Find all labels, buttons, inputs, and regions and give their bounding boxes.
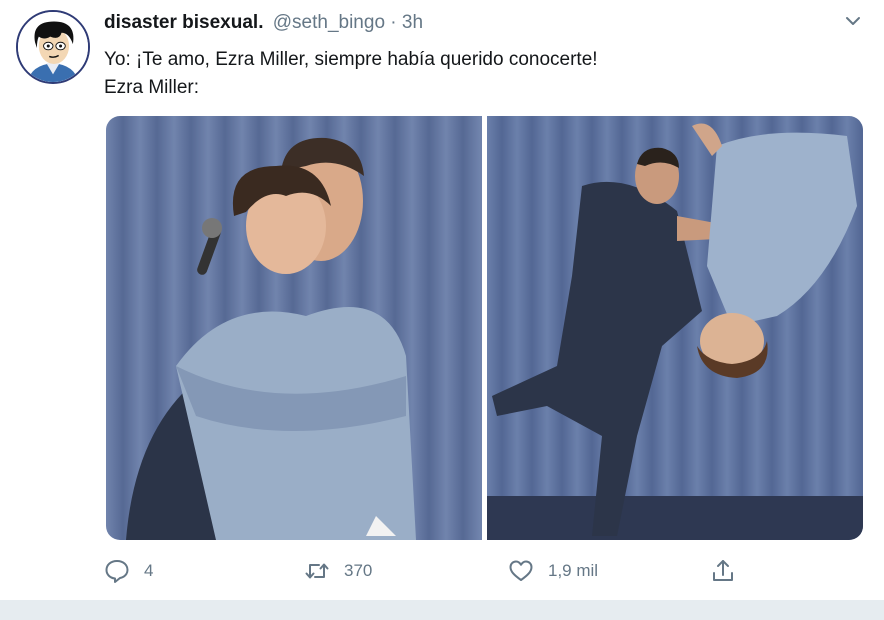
share-button[interactable] — [710, 558, 750, 584]
retweet-arrows-icon — [305, 563, 329, 579]
share-upload-icon — [713, 560, 733, 581]
user-handle[interactable]: @seth_bingo — [273, 12, 385, 33]
tweet-media[interactable] — [106, 116, 863, 540]
like-count: 1,9 mil — [548, 561, 599, 580]
tweet-card[interactable]: disaster bisexual. @seth_bingo · 3h Yo: … — [0, 0, 884, 600]
tweet-menu-button[interactable] — [844, 12, 862, 30]
tweet-text: Yo: ¡Te amo, Ezra Miller, siempre había … — [104, 46, 598, 102]
avatar-illustration — [18, 12, 88, 82]
timestamp[interactable]: 3h — [402, 12, 423, 33]
display-name[interactable]: disaster bisexual. — [104, 12, 263, 33]
retweet-button[interactable]: 370 — [304, 558, 372, 584]
separator-dot: · — [390, 12, 397, 33]
photo-hug-image — [106, 116, 482, 540]
retweet-count: 370 — [344, 561, 373, 580]
tweet-header: disaster bisexual. @seth_bingo · 3h — [104, 12, 423, 34]
tweet-actions: 4 370 1,9 mil — [104, 558, 754, 588]
speech-bubble-icon — [105, 560, 129, 583]
avatar[interactable] — [16, 10, 90, 84]
like-button[interactable]: 1,9 mil — [508, 558, 598, 584]
reply-count: 4 — [144, 561, 154, 580]
photo-hug[interactable] — [106, 116, 482, 540]
tweet-text-line: Yo: ¡Te amo, Ezra Miller, siempre había … — [104, 49, 598, 70]
photo-throw-image — [487, 116, 863, 540]
heart-icon — [509, 560, 533, 581]
chevron-down-icon — [846, 17, 860, 25]
reply-button[interactable]: 4 — [104, 558, 153, 584]
timeline-divider — [0, 600, 884, 620]
tweet-text-line: Ezra Miller: — [104, 77, 200, 98]
photo-throw[interactable] — [487, 116, 863, 540]
